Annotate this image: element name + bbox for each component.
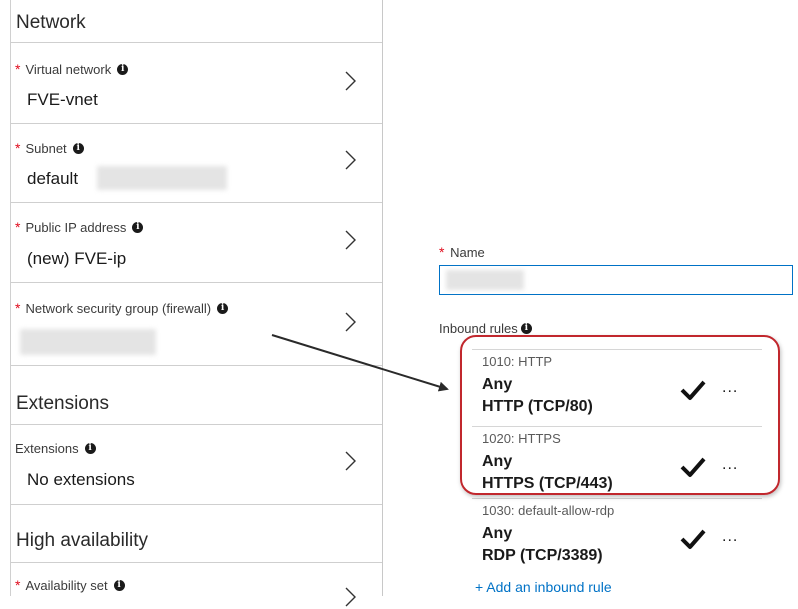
redacted-text — [97, 166, 227, 190]
required-asterisk: * — [15, 140, 21, 156]
highlight-annotation — [460, 335, 780, 495]
info-icon[interactable]: i — [113, 579, 125, 591]
availability-set-label: Availability set — [25, 577, 108, 593]
public-ip-field[interactable]: * Public IP address i (new) FVE-ip — [11, 203, 382, 283]
divider — [472, 498, 762, 499]
info-icon[interactable]: i — [117, 63, 129, 75]
required-asterisk: * — [15, 219, 21, 235]
virtual-network-field[interactable]: * Virtual network i FVE-vnet — [11, 43, 382, 124]
public-ip-label: Public IP address — [25, 219, 127, 235]
add-inbound-rule-link[interactable]: + Add an inbound rule — [475, 579, 612, 595]
high-availability-section-title: High availability — [16, 530, 149, 551]
extensions-field[interactable]: Extensions i No extensions — [11, 425, 382, 505]
name-input[interactable] — [439, 265, 793, 295]
info-icon[interactable]: i — [520, 323, 532, 334]
public-ip-value: (new) FVE-ip — [27, 249, 127, 268]
info-icon[interactable]: i — [132, 221, 144, 233]
availability-set-field[interactable]: * Availability set i — [11, 563, 382, 607]
chevron-right-icon[interactable] — [340, 449, 360, 473]
chevron-right-icon[interactable] — [340, 310, 360, 334]
extensions-section-title: Extensions — [16, 393, 109, 414]
chevron-right-icon[interactable] — [340, 228, 360, 252]
extensions-label: Extensions — [15, 441, 79, 456]
inbound-rule-rdp[interactable]: 1030: default-allow-rdp Any RDP (TCP/338… — [475, 500, 760, 576]
settings-panel: Network * Virtual network i FVE-vnet * S… — [0, 0, 383, 607]
name-field-label: * Name — [439, 244, 485, 260]
virtual-network-label: Virtual network — [25, 61, 112, 77]
inbound-rules-label: Inbound rules i — [439, 321, 532, 336]
chevron-right-icon[interactable] — [340, 148, 360, 172]
checkmark-icon — [680, 529, 706, 549]
info-icon[interactable]: i — [72, 142, 84, 154]
subnet-value: default — [27, 169, 79, 188]
nsg-label: Network security group (firewall) — [25, 300, 212, 316]
info-icon[interactable]: i — [84, 443, 96, 454]
required-asterisk: * — [15, 61, 21, 77]
chevron-right-icon[interactable] — [340, 585, 360, 609]
redacted-text — [446, 270, 524, 290]
subnet-field[interactable]: * Subnet i default — [11, 124, 382, 203]
redacted-text — [20, 329, 156, 355]
chevron-right-icon[interactable] — [340, 69, 360, 93]
info-icon[interactable]: i — [217, 302, 229, 314]
extensions-value: No extensions — [27, 470, 135, 489]
network-section-title: Network — [16, 12, 86, 33]
required-asterisk: * — [15, 577, 21, 593]
virtual-network-value: FVE-vnet — [27, 90, 98, 109]
required-asterisk: * — [439, 244, 445, 260]
more-icon[interactable]: ... — [722, 528, 738, 546]
network-security-group-field[interactable]: * Network security group (firewall) i — [11, 283, 382, 366]
subnet-label: Subnet — [25, 140, 67, 156]
required-asterisk: * — [15, 300, 21, 316]
